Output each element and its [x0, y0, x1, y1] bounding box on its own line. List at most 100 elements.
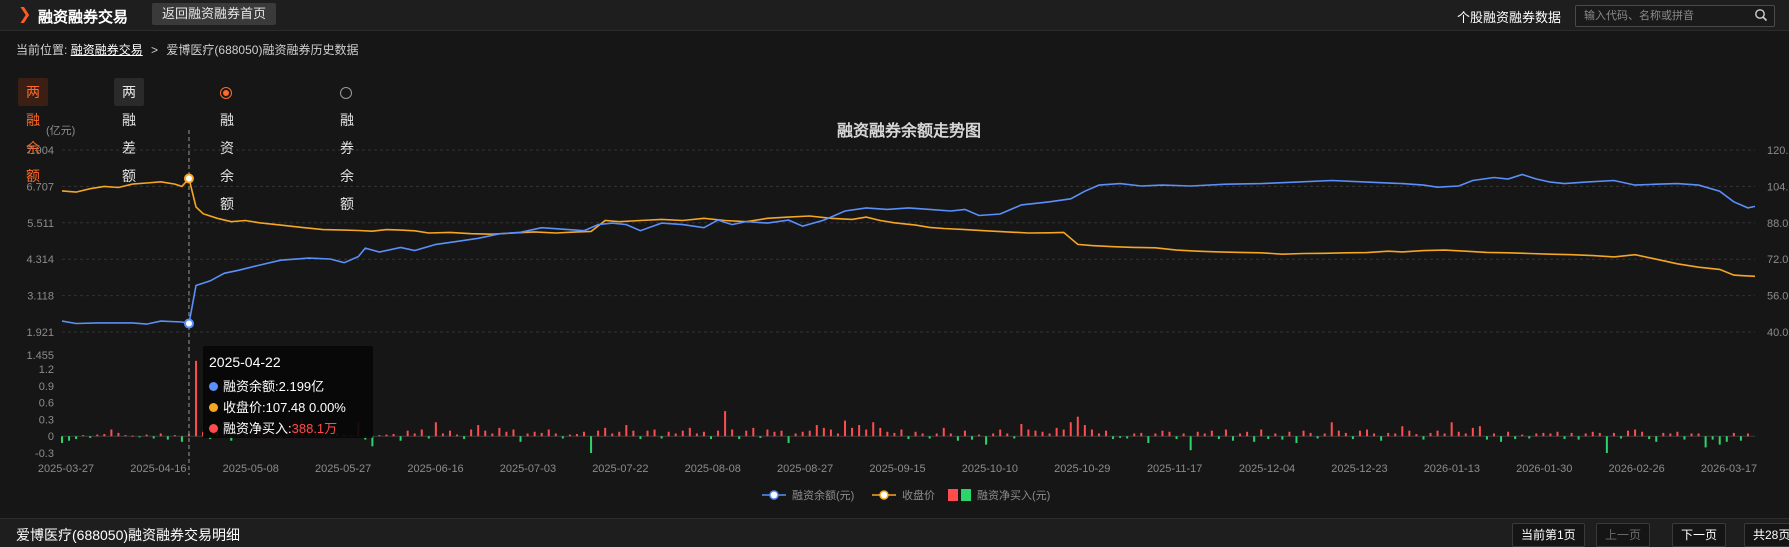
search-box: [1575, 5, 1775, 27]
net-buy-bar: [180, 436, 183, 442]
net-buy-bar: [787, 436, 790, 443]
net-buy-bar: [1358, 430, 1361, 437]
net-buy-bar: [1182, 433, 1185, 437]
net-buy-bar: [1641, 431, 1644, 437]
net-buy-bar: [1288, 431, 1291, 437]
net-buy-bar: [505, 431, 508, 437]
net-buy-bar: [1577, 436, 1580, 440]
net-buy-bar: [441, 433, 444, 437]
net-buy-bar: [152, 436, 155, 439]
net-buy-bar: [865, 429, 868, 437]
net-buy-bar: [653, 429, 656, 437]
net-buy-bar: [484, 430, 487, 437]
x-tick-label: 2026-02-26: [1608, 463, 1664, 475]
x-tick-label: 2025-05-08: [223, 463, 279, 475]
net-buy-bar: [745, 430, 748, 437]
net-buy-bar: [886, 431, 889, 437]
net-buy-bar: [1323, 433, 1326, 437]
net-buy-bar: [851, 427, 854, 437]
net-buy-bar: [1055, 427, 1058, 437]
net-buy-bar: [68, 436, 71, 441]
net-buy-bar: [1020, 423, 1023, 437]
net-buy-tick-label: 1.455: [26, 350, 54, 362]
net-buy-bar: [1415, 434, 1418, 437]
net-buy-bar: [1732, 432, 1735, 437]
net-buy-bar: [1478, 426, 1481, 437]
search-icon[interactable]: [1754, 8, 1768, 22]
next-page-button[interactable]: 下一页: [1672, 523, 1727, 547]
net-buy-bar: [914, 431, 917, 437]
net-buy-bar: [738, 436, 741, 440]
net-buy-bar: [1591, 431, 1594, 437]
net-buy-bar: [1366, 429, 1369, 437]
net-buy-bar: [1217, 436, 1220, 440]
net-buy-tick-label: 0: [48, 431, 54, 443]
net-buy-bar: [1090, 429, 1093, 437]
net-buy-bar: [1429, 432, 1432, 437]
net-buy-bar: [1210, 430, 1213, 437]
financing-balance-line: [61, 173, 1756, 325]
net-buy-bar: [759, 436, 762, 438]
net-buy-bar: [590, 436, 593, 453]
legend-net-buy-label: 融资净买入(元): [977, 488, 1050, 502]
breadcrumb-label: 当前位置:: [16, 43, 68, 57]
net-buy-tick-label: -0.3: [35, 448, 54, 460]
net-buy-bar: [512, 429, 515, 437]
net-buy-bar: [822, 427, 825, 437]
tooltip-netbuy-row: 融资净买入:388.1万: [209, 418, 337, 437]
net-buy-bar: [1605, 436, 1608, 453]
net-buy-bar: [1394, 433, 1397, 437]
net-buy-bar: [1612, 432, 1615, 437]
x-tick-label: 2025-03-27: [38, 463, 94, 475]
detail-bar: 爱博医疗(688050)融资融券交易明细 当前第1页 上一页 下一页 共28页: [0, 518, 1789, 547]
net-buy-bar: [434, 422, 437, 437]
y-left-tick-label: 4.314: [26, 254, 54, 266]
net-buy-bar: [921, 433, 924, 437]
net-buy-bar: [1013, 436, 1016, 439]
net-buy-bar: [547, 429, 550, 437]
net-buy-bar: [1344, 432, 1347, 437]
net-buy-bar: [1048, 433, 1051, 437]
net-buy-bar: [992, 433, 995, 437]
net-buy-bar: [632, 430, 635, 437]
x-tick-label: 2025-10-29: [1054, 463, 1110, 475]
top-bar: ❯ 融资融券交易 返回融资融券首页 个股融资融券数据: [0, 0, 1789, 31]
net-buy-bar: [1521, 434, 1524, 437]
back-to-home-button[interactable]: 返回融资融券首页: [152, 3, 277, 25]
net-buy-bar: [124, 435, 127, 437]
net-buy-bar: [89, 436, 92, 438]
total-pages-indicator: 共28页: [1744, 523, 1789, 547]
search-input[interactable]: [1582, 7, 1750, 25]
net-buy-bar: [61, 436, 63, 443]
net-buy-bar: [533, 431, 536, 437]
y-left-tick-label: 3.118: [27, 291, 54, 303]
net-buy-bar: [159, 433, 162, 437]
net-buy-bar: [1450, 422, 1453, 437]
breadcrumb: 当前位置: 融资融券交易 > 爱博医疗(688050)融资融券历史数据: [16, 41, 358, 58]
net-buy-bar: [1006, 433, 1009, 437]
net-buy-bar: [695, 433, 698, 437]
net-buy-bar: [1485, 436, 1488, 440]
net-buy-bar: [583, 431, 586, 437]
net-buy-bar: [688, 427, 691, 437]
y-left-tick-label: 7.904: [26, 145, 54, 157]
net-buy-bar: [1097, 433, 1100, 437]
breadcrumb-link[interactable]: 融资融券交易: [71, 43, 143, 57]
prev-page-button[interactable]: 上一页: [1596, 523, 1651, 547]
tooltip-close-value: 107.48 0.00%: [265, 400, 346, 415]
net-buy-bar: [1725, 436, 1728, 442]
net-buy-bar: [1570, 432, 1573, 437]
net-buy-bar: [872, 422, 875, 437]
y-axis-unit: (亿元): [46, 124, 75, 137]
net-buy-bar: [1168, 431, 1171, 437]
net-buy-bar: [836, 433, 839, 437]
net-buy-bar: [145, 434, 148, 437]
stock-margin-data-link[interactable]: 个股融资融券数据: [1457, 7, 1561, 26]
net-buy-bar: [1119, 436, 1122, 438]
chart-tooltip: 2025-04-22 融资余额:2.199亿 收盘价:107.48 0.00% …: [203, 346, 373, 438]
y-left-tick-label: 1.921: [26, 327, 54, 339]
net-buy-bar: [75, 436, 78, 440]
net-buy-bar: [773, 431, 776, 437]
tooltip-close-label: 收盘价:: [223, 400, 266, 415]
net-buy-bar: [1380, 436, 1383, 441]
